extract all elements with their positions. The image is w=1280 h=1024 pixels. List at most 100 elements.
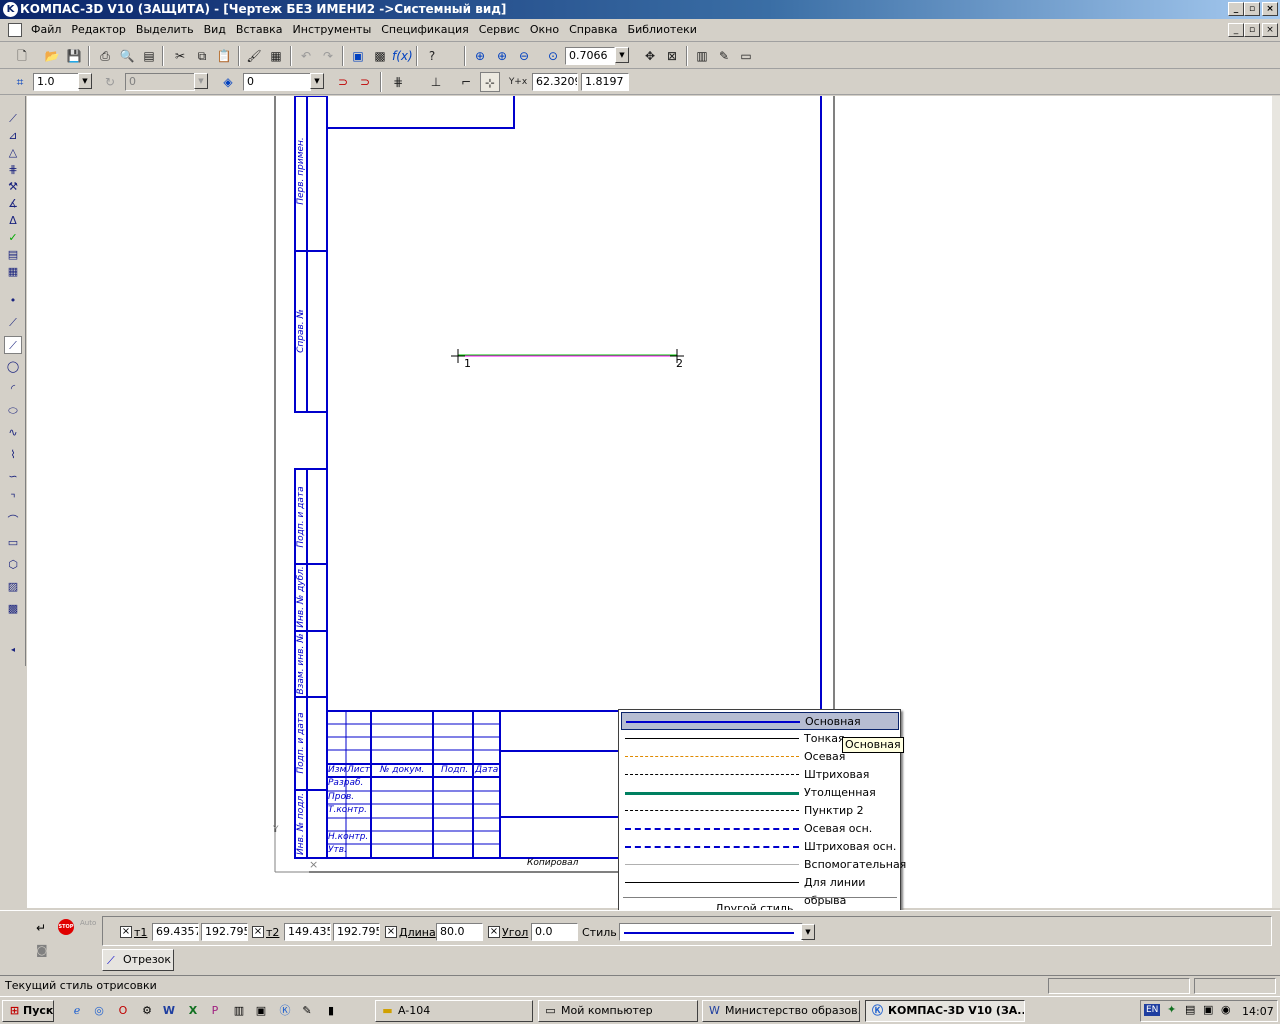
stop-button[interactable]: STOP bbox=[58, 919, 74, 935]
step-dropdown-arrow[interactable]: ▼ bbox=[78, 73, 92, 89]
chamfer-icon[interactable]: ⌝ bbox=[4, 490, 22, 508]
length-checkbox[interactable]: × bbox=[385, 926, 397, 938]
geometry-icon[interactable]: ⟋ bbox=[4, 110, 22, 128]
symbols-icon[interactable]: △ bbox=[4, 144, 22, 162]
open-icon[interactable]: 📂 bbox=[42, 46, 62, 66]
tools-icon[interactable]: ✎ bbox=[714, 46, 734, 66]
tray-icon-2[interactable]: ▤ bbox=[1185, 1003, 1195, 1016]
menu-tools[interactable]: Инструменты bbox=[288, 19, 377, 41]
paste-icon[interactable]: 📋 bbox=[214, 46, 234, 66]
ie-icon[interactable]: ℯ bbox=[68, 1002, 86, 1020]
parametrization-icon[interactable]: ⚒ bbox=[4, 178, 22, 196]
close-button[interactable]: × bbox=[1262, 2, 1278, 16]
arc-icon[interactable]: ◜ bbox=[4, 380, 22, 398]
menu-file[interactable]: Файл bbox=[26, 19, 66, 41]
t2-checkbox[interactable]: × bbox=[252, 926, 264, 938]
tray-icon-4[interactable]: ◉ bbox=[1221, 1003, 1231, 1016]
layer-icon[interactable]: ◈ bbox=[218, 72, 238, 92]
grid-icon[interactable]: ⋕ bbox=[388, 72, 408, 92]
access-icon[interactable]: ▣ bbox=[252, 1002, 270, 1020]
doc-close-button[interactable]: × bbox=[1262, 23, 1278, 37]
excel-icon[interactable]: X bbox=[184, 1002, 202, 1020]
enter-icon[interactable]: ↵ bbox=[36, 921, 52, 935]
zoom-window-icon[interactable]: ⊕ bbox=[470, 46, 490, 66]
task-my-computer[interactable]: ▭ Мой компьютер bbox=[538, 1000, 698, 1022]
style-option-break[interactable]: Для линии обрыва bbox=[621, 874, 899, 907]
app-icon[interactable]: ✎ bbox=[298, 1002, 316, 1020]
polygon-icon[interactable]: ⬡ bbox=[4, 556, 22, 574]
menu-libraries[interactable]: Библиотеки bbox=[623, 19, 702, 41]
fill-icon[interactable]: ▩ bbox=[4, 600, 22, 618]
chart-icon[interactable]: ▮ bbox=[322, 1002, 340, 1020]
snap-icon[interactable]: ⊃ bbox=[333, 72, 353, 92]
format-brush-icon[interactable]: 🖌 bbox=[244, 46, 264, 66]
angle-checkbox[interactable]: × bbox=[488, 926, 500, 938]
undo-icon[interactable]: ↶ bbox=[296, 46, 316, 66]
panel-icon[interactable]: ▭ bbox=[736, 46, 756, 66]
function-icon[interactable]: f(x) bbox=[392, 46, 413, 66]
menu-specification[interactable]: Спецификация bbox=[376, 19, 473, 41]
cut-icon[interactable]: ✂ bbox=[170, 46, 190, 66]
publisher-icon[interactable]: P bbox=[206, 1002, 224, 1020]
doc-restore-button[interactable]: ▫ bbox=[1244, 23, 1260, 37]
angle-input[interactable]: 0.0 bbox=[531, 923, 578, 941]
print-icon[interactable]: ⎙ bbox=[95, 46, 115, 66]
length-input[interactable]: 80.0 bbox=[436, 923, 483, 941]
save-icon[interactable]: 💾 bbox=[64, 46, 84, 66]
help-pointer-icon[interactable]: ? bbox=[422, 46, 442, 66]
style-option-auxiliary[interactable]: Вспомогательная bbox=[621, 856, 906, 874]
minimize-button[interactable]: _ bbox=[1228, 2, 1244, 16]
manager-icon[interactable]: ▦ bbox=[266, 46, 286, 66]
settings-icon[interactable]: ⚙ bbox=[138, 1002, 156, 1020]
opera-icon[interactable]: O bbox=[114, 1002, 132, 1020]
zoom-out-icon[interactable]: ⊖ bbox=[514, 46, 534, 66]
task-kompas[interactable]: Ⓚ КОМПАС-3D V10 (ЗА... bbox=[865, 1000, 1025, 1022]
style-option-thick[interactable]: Утолщенная bbox=[621, 784, 899, 802]
t2-y-input[interactable]: 192.795 bbox=[333, 923, 380, 941]
variables-icon[interactable]: ▩ bbox=[370, 46, 390, 66]
zoom-dropdown-arrow[interactable]: ▼ bbox=[615, 47, 629, 63]
language-indicator[interactable]: EN bbox=[1144, 1004, 1161, 1016]
redo-icon[interactable]: ↷ bbox=[318, 46, 338, 66]
new-icon[interactable]: 🗋 bbox=[12, 46, 32, 66]
style-option-main[interactable]: Основная bbox=[621, 712, 899, 730]
zoom-in-icon[interactable]: ⊕ bbox=[492, 46, 512, 66]
edit-icon[interactable]: ⋕ bbox=[4, 161, 22, 179]
style-select[interactable] bbox=[619, 923, 803, 941]
ellipse-icon[interactable]: ⬭ bbox=[4, 402, 22, 420]
cursor-x-field[interactable]: 62.3209 bbox=[532, 73, 578, 91]
zoom-scale-icon[interactable]: ⊙ bbox=[543, 46, 563, 66]
zoom-input[interactable]: 0.7066 bbox=[565, 47, 615, 65]
spec-icon[interactable]: ▤ bbox=[4, 246, 22, 264]
segment-icon[interactable]: ⟋ bbox=[4, 336, 22, 354]
measure-icon[interactable]: ∡ bbox=[4, 195, 22, 213]
vertical-scrollbar[interactable] bbox=[1272, 96, 1280, 908]
doc-minimize-button[interactable]: _ bbox=[1228, 23, 1244, 37]
select-icon[interactable]: Δ bbox=[4, 212, 22, 230]
local-cs-icon[interactable]: ⊥ bbox=[426, 72, 446, 92]
pan-icon[interactable]: ✥ bbox=[640, 46, 660, 66]
tree-icon[interactable]: ▣ bbox=[348, 46, 368, 66]
cursor-y-field[interactable]: 1.8197 bbox=[581, 73, 629, 91]
t1-checkbox[interactable]: × bbox=[120, 926, 132, 938]
dimensions-icon[interactable]: ⊿ bbox=[4, 127, 22, 145]
word-icon[interactable]: W bbox=[160, 1002, 178, 1020]
collapse-icon[interactable]: ◂ bbox=[4, 641, 22, 659]
tab-segment[interactable]: ⟋ Отрезок bbox=[102, 949, 174, 971]
style-option-dotted2[interactable]: Пунктир 2 bbox=[621, 802, 899, 820]
properties-icon[interactable]: ▤ bbox=[139, 46, 159, 66]
point-icon[interactable]: • bbox=[4, 292, 22, 310]
style-option-dashed[interactable]: Штриховая bbox=[621, 766, 899, 784]
auto-label[interactable]: Auto bbox=[80, 919, 96, 927]
menu-window[interactable]: Окно bbox=[525, 19, 564, 41]
style-dropdown-arrow[interactable]: ▼ bbox=[801, 924, 815, 940]
t1-y-input[interactable]: 192.795 bbox=[201, 923, 248, 941]
reports-icon[interactable]: ▦ bbox=[4, 263, 22, 281]
associative-icon[interactable]: ✓ bbox=[4, 229, 22, 247]
menu-service[interactable]: Сервис bbox=[474, 19, 525, 41]
kompas-icon[interactable]: Ⓚ bbox=[276, 1002, 294, 1020]
layer-dropdown-arrow[interactable]: ▼ bbox=[310, 73, 324, 89]
refresh-icon[interactable]: ▥ bbox=[692, 46, 712, 66]
style-option-axial-main[interactable]: Осевая осн. bbox=[621, 820, 899, 838]
bezier-icon[interactable]: ∽ bbox=[4, 468, 22, 486]
